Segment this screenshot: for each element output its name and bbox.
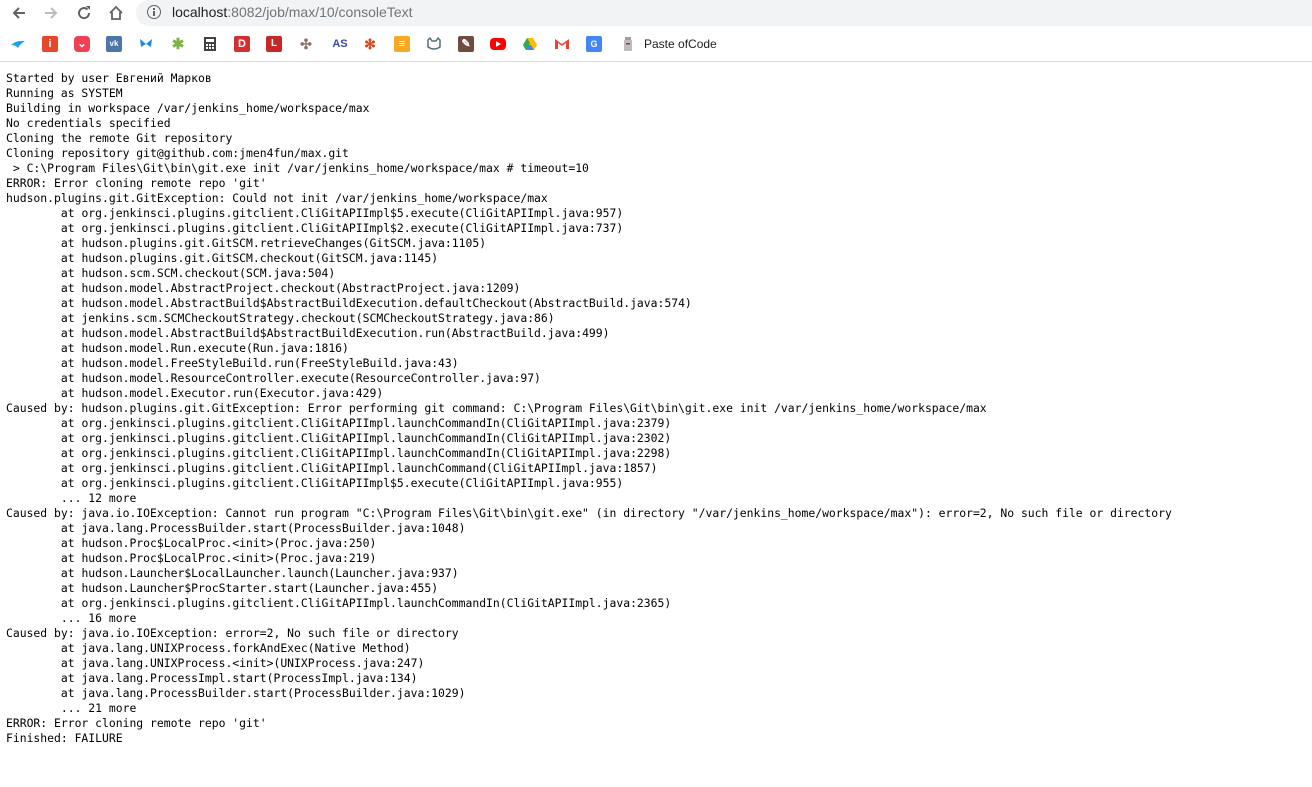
star-icon[interactable]: ✱ bbox=[170, 36, 186, 52]
address-bar[interactable]: localhost:8082/job/max/10/consoleText bbox=[136, 0, 1312, 26]
book-icon[interactable]: L bbox=[266, 36, 282, 52]
as-icon[interactable]: AS bbox=[330, 36, 350, 52]
bookmark-label-paste-of-code[interactable]: Paste ofCode bbox=[644, 37, 717, 51]
spider-icon[interactable]: ✻ bbox=[362, 36, 378, 52]
translate-icon[interactable]: G bbox=[586, 36, 602, 52]
paste-of-code-icon[interactable] bbox=[620, 36, 636, 52]
address-host: localhost bbox=[172, 4, 228, 20]
notepad-icon[interactable]: ≡ bbox=[394, 36, 410, 52]
reload-icon bbox=[78, 6, 91, 20]
pocket-icon[interactable]: ⌄ bbox=[74, 36, 90, 52]
arrow-right-icon bbox=[45, 7, 58, 19]
arrow-left-icon bbox=[12, 7, 25, 19]
windmill-icon[interactable]: ✣ bbox=[298, 36, 314, 52]
gmail-icon[interactable] bbox=[554, 36, 570, 52]
home-button[interactable] bbox=[105, 2, 127, 24]
reload-button[interactable] bbox=[73, 2, 95, 24]
back-button[interactable] bbox=[8, 2, 30, 24]
calculator-icon[interactable] bbox=[202, 36, 218, 52]
bird-icon[interactable] bbox=[10, 36, 26, 52]
wrench-icon[interactable]: ✎ bbox=[458, 36, 474, 52]
drive-icon[interactable] bbox=[522, 36, 538, 52]
browser-toolbar: localhost:8082/job/max/10/consoleText bbox=[0, 0, 1312, 26]
info-icon[interactable] bbox=[147, 5, 161, 19]
i-square-icon[interactable]: i bbox=[42, 36, 58, 52]
vk-icon[interactable]: vk bbox=[106, 36, 122, 52]
youtube-icon[interactable] bbox=[490, 38, 506, 50]
home-icon bbox=[109, 5, 123, 20]
address-url[interactable]: localhost:8082/job/max/10/consoleText bbox=[172, 4, 413, 20]
butterfly-icon[interactable] bbox=[138, 36, 154, 52]
console-output: Started by user Евгений Марков Running a… bbox=[6, 71, 1172, 745]
d-icon[interactable]: D bbox=[234, 36, 250, 52]
forward-button[interactable] bbox=[40, 2, 62, 24]
cat-icon[interactable] bbox=[426, 36, 442, 52]
bookmarks-bar: i ⌄ vk ✱ D L ✣ AS ✻ ≡ ✎ G Paste ofCode bbox=[0, 30, 1312, 62]
address-path: :8082/job/max/10/consoleText bbox=[227, 4, 413, 20]
